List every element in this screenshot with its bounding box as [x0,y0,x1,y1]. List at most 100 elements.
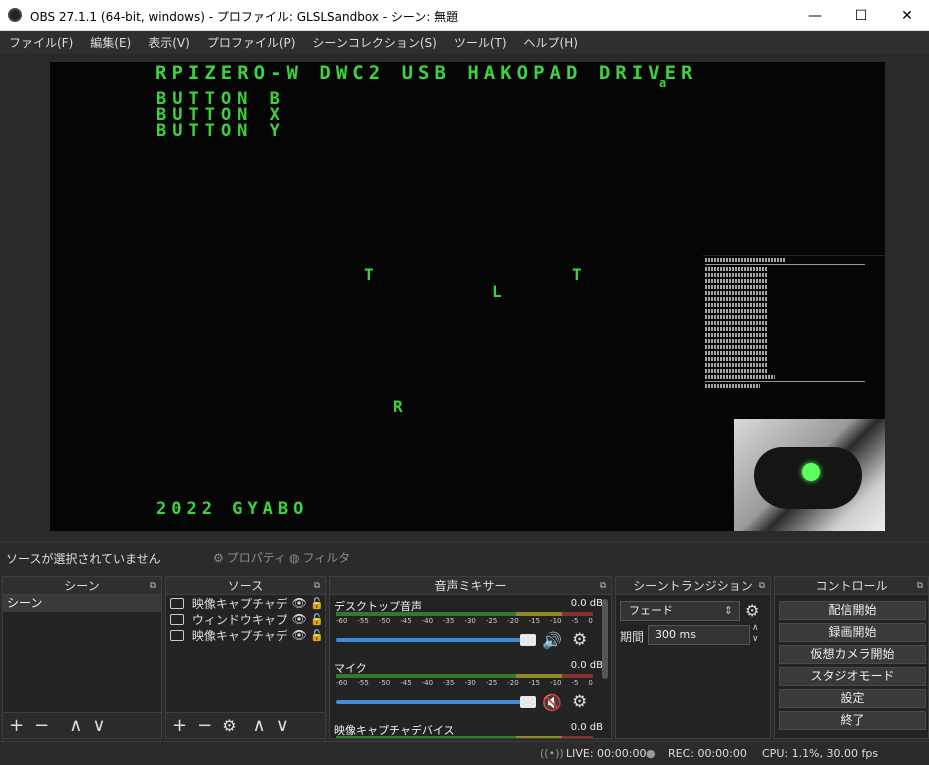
visibility-eye-icon[interactable]: 👁 [289,612,309,626]
duration-spinner-icon[interactable]: ∧ ∨ [752,623,759,645]
undock-icon[interactable]: ⧉ [150,577,156,595]
move-down-icon[interactable]: ∨ [92,715,105,736]
volume-slider[interactable] [336,634,536,646]
menu-bar: ファイル(F) 編集(E) 表示(V) プロファイル(P) シーンコレクション(… [0,31,929,54]
transition-settings-gear-icon[interactable]: ⚙ [745,601,759,620]
visibility-eye-icon[interactable]: 👁 [289,596,309,610]
preview-letter-l: L [492,282,508,301]
select-arrows-icon: ⇕ [723,604,733,617]
preview-area: RPIZERO-W DWC2 USB HAKOPAD DRIVER a BUTT… [0,54,929,541]
scenes-title: シーン [64,579,100,593]
preview-footer: 2022 GYABO [156,499,309,519]
undock-icon[interactable]: ⧉ [917,577,923,595]
add-scene-button[interactable]: + [9,715,24,736]
undock-icon[interactable]: ⧉ [600,577,606,595]
volume-slider-handle[interactable] [520,696,536,708]
visibility-eye-icon[interactable]: 👁 [289,628,309,642]
preview-letter-r: R [393,397,409,416]
preview-letter-t2: T [572,265,588,284]
window-icon [170,613,184,625]
scene-item[interactable]: シーン [3,595,161,612]
camera-capture [734,419,885,531]
transition-select[interactable]: フェード ⇕ [620,601,740,621]
undock-icon[interactable]: ⧉ [759,577,765,595]
remove-scene-button[interactable]: − [34,715,49,736]
transitions-title: シーントランジション [633,579,753,593]
studio-mode-button[interactable]: スタジオモード [779,667,926,686]
start-streaming-button[interactable]: 配信開始 [779,601,926,620]
transitions-dock: シーントランジション ⧉ フェード ⇕ ⚙ 期間 300 ms ∧ ∨ [615,576,771,739]
move-up-icon[interactable]: ∧ [253,715,266,736]
volume-meter [336,736,593,738]
move-up-icon[interactable]: ∧ [69,715,82,736]
source-item[interactable]: 映像キャプチャデバ 👁 🔓 [166,595,325,611]
live-indicator-icon: ((•)) [540,747,564,760]
source-item[interactable]: 映像キャプチャデバ 👁 🔓 [166,627,325,643]
unlock-icon[interactable]: 🔓 [309,613,325,626]
start-recording-button[interactable]: 録画開始 [779,623,926,642]
properties-button[interactable]: ⚙ プロパティ [208,546,291,569]
menu-scene-collection[interactable]: シーンコレクション(S) [303,34,444,51]
menu-tools[interactable]: ツール(T) [445,34,515,51]
remove-source-button[interactable]: − [197,715,212,736]
channel-settings-gear-icon[interactable]: ⚙ [572,630,587,650]
move-down-icon[interactable]: ∨ [276,715,289,736]
live-timer: LIVE: 00:00:00 [566,747,647,760]
mixer-channel: マイク 0.0 dB -60 -55 -50 -45 -40 -35 -30 -25 -20 -1… [330,657,611,719]
settings-button[interactable]: 設定 [779,689,926,708]
camera-icon [170,629,184,641]
menu-view[interactable]: 表示(V) [139,34,198,51]
controls-dock: コントロール ⧉ 配信開始 録画開始 仮想カメラ開始 スタジオモード 設定 終了 [774,576,929,739]
close-button[interactable]: ✕ [884,0,929,31]
muted-speaker-icon[interactable]: 🔇 [542,693,562,712]
maximize-button[interactable]: ☐ [838,0,884,31]
source-status-row: ソースが選択されていません ⚙ プロパティ ◍ フィルタ [0,541,929,573]
duration-label: 期間 [620,630,645,644]
filter-icon: ◍ [289,550,300,565]
volume-meter [336,612,593,616]
rec-timer: REC: 00:00:00 [668,747,747,760]
preview-button-y: BUTTON Y [156,121,286,141]
cursor-glyph: a [659,76,673,90]
sources-title: ソース [227,579,264,593]
scenes-dock: シーン ⧉ シーン + − ∧ ∨ [2,576,162,739]
exit-button[interactable]: 終了 [779,711,926,730]
minimize-button[interactable]: — [792,0,838,31]
meter-ticks: -60 -55 -50 -45 -40 -35 -30 -25 -20 -15 -10 -5 0 [336,617,593,625]
add-source-button[interactable]: + [172,715,187,736]
preview-canvas[interactable]: RPIZERO-W DWC2 USB HAKOPAD DRIVER a BUTT… [50,62,885,531]
menu-file[interactable]: ファイル(F) [0,34,81,51]
start-virtual-camera-button[interactable]: 仮想カメラ開始 [779,645,926,664]
filters-button[interactable]: ◍ フィルタ [284,546,355,569]
controls-title: コントロール [815,579,888,593]
undock-icon[interactable]: ⧉ [314,577,320,595]
source-item[interactable]: ウィンドウキャプチャ 👁 🔓 [166,611,325,627]
volume-meter [336,674,593,678]
mixer-scrollbar[interactable] [602,599,608,679]
mixer-title: 音声ミキサー [434,579,507,593]
audio-mixer-dock: 音声ミキサー ⧉ デスクトップ音声 0.0 dB -60 -55 -50 -45 -40-… [329,576,612,739]
preview-letter-t1: T [364,265,380,284]
unlock-icon[interactable]: 🔓 [309,629,325,642]
menu-profile[interactable]: プロファイル(P) [198,34,304,51]
gamepad-image [754,447,862,509]
speaker-icon[interactable]: 🔊 [542,631,562,650]
gear-icon: ⚙ [213,550,224,565]
volume-slider[interactable] [336,696,536,708]
title-bar: OBS 27.1.1 (64-bit, windows) - プロファイル: G… [0,0,929,31]
channel-settings-gear-icon[interactable]: ⚙ [572,692,587,712]
source-settings-gear-icon[interactable]: ⚙ [222,716,236,735]
window-title: OBS 27.1.1 (64-bit, windows) - プロファイル: G… [30,10,459,24]
no-source-label: ソースが選択されていません [6,552,161,566]
channel-db: 0.0 dB [570,598,603,609]
rec-indicator-icon: ● [646,747,656,760]
camera-icon [170,597,184,609]
menu-edit[interactable]: 編集(E) [81,34,139,51]
duration-input[interactable]: 300 ms [648,625,750,645]
volume-slider-handle[interactable] [520,634,536,646]
unlock-icon[interactable]: 🔓 [309,597,325,610]
cpu-fps: CPU: 1.1%, 30.00 fps [762,747,879,760]
menu-help[interactable]: ヘルプ(H) [515,34,586,51]
obs-logo-icon [8,8,22,22]
log-window-capture [703,255,885,420]
